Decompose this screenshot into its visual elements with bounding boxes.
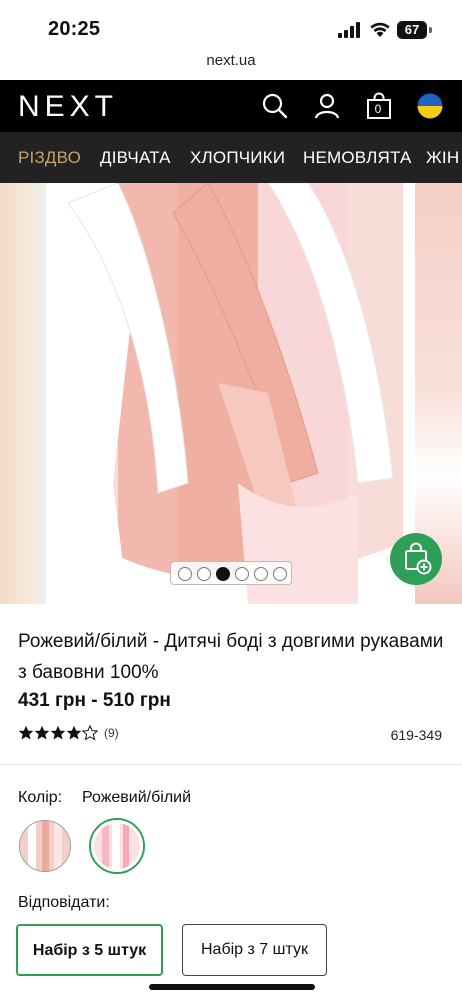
star-half-icon bbox=[82, 725, 98, 740]
star-icon bbox=[34, 725, 50, 740]
nav-item-christmas[interactable]: РІЗДВО bbox=[18, 148, 81, 168]
divider bbox=[0, 764, 462, 765]
bodysuits-illustration bbox=[58, 183, 403, 604]
swatch-image bbox=[94, 823, 140, 869]
status-bar: 20:25 67 bbox=[0, 0, 462, 52]
search-icon[interactable] bbox=[261, 92, 289, 120]
home-indicator[interactable] bbox=[149, 984, 315, 990]
previous-product-image[interactable] bbox=[0, 183, 46, 604]
main-product-image[interactable] bbox=[58, 183, 403, 604]
category-nav: РІЗДВО ДІВЧАТА ХЛОПЧИКИ НЕМОВЛЯТА ЖІН bbox=[0, 132, 462, 183]
colour-swatch-pink[interactable] bbox=[19, 820, 71, 872]
ukraine-flag-icon[interactable] bbox=[416, 92, 444, 120]
colour-label: Колір: bbox=[18, 789, 63, 806]
battery-icon: 67 bbox=[397, 21, 427, 39]
product-image-carousel[interactable] bbox=[0, 183, 462, 604]
nav-item-girls[interactable]: ДІВЧАТА bbox=[100, 148, 171, 168]
option-set-of-5-button[interactable]: Набір з 5 штук bbox=[16, 924, 163, 976]
product-sku: 619-349 bbox=[390, 727, 442, 743]
add-to-bag-fab[interactable] bbox=[390, 533, 442, 585]
product-title: Рожевий/білий - Дитячі боді з довгими ру… bbox=[18, 631, 444, 683]
nav-item-baby[interactable]: НЕМОВЛЯТА bbox=[303, 148, 412, 168]
carousel-dots bbox=[170, 561, 292, 585]
star-icon bbox=[50, 725, 66, 740]
carousel-dot[interactable] bbox=[178, 567, 192, 581]
carousel-dot-active[interactable] bbox=[216, 567, 230, 581]
site-header: NEXT 0 bbox=[0, 80, 462, 132]
url-text[interactable]: next.ua bbox=[206, 52, 255, 69]
wifi-icon bbox=[370, 22, 390, 37]
account-icon[interactable] bbox=[313, 92, 341, 120]
nav-item-women[interactable]: ЖІН bbox=[426, 148, 459, 168]
status-time: 20:25 bbox=[48, 18, 101, 40]
star-icon bbox=[18, 725, 34, 740]
carousel-dot[interactable] bbox=[273, 567, 287, 581]
option-set-of-7-button[interactable]: Набір з 7 штук bbox=[182, 924, 327, 976]
next-logo[interactable]: NEXT bbox=[18, 90, 118, 124]
star-icon bbox=[66, 725, 82, 740]
swatch-image bbox=[20, 821, 70, 871]
nav-item-boys[interactable]: ХЛОПЧИКИ bbox=[190, 148, 285, 168]
respond-label: Відповідати: bbox=[18, 894, 110, 911]
carousel-dot[interactable] bbox=[235, 567, 249, 581]
bag-count: 0 bbox=[374, 102, 382, 116]
rating-stars[interactable] bbox=[18, 725, 98, 741]
review-count[interactable]: (9) bbox=[104, 726, 119, 740]
carousel-dot[interactable] bbox=[254, 567, 268, 581]
bag-button[interactable]: 0 bbox=[366, 92, 392, 120]
battery-tip bbox=[429, 27, 432, 33]
bag-plus-icon bbox=[405, 542, 432, 575]
colour-value: Рожевий/білий bbox=[82, 789, 192, 806]
cellular-signal-icon bbox=[338, 22, 362, 38]
carousel-dot[interactable] bbox=[197, 567, 211, 581]
product-price: 431 грн - 510 грн bbox=[18, 690, 171, 711]
colour-swatch-pink-white[interactable] bbox=[91, 820, 143, 872]
url-bar[interactable]: next.ua bbox=[0, 52, 462, 80]
